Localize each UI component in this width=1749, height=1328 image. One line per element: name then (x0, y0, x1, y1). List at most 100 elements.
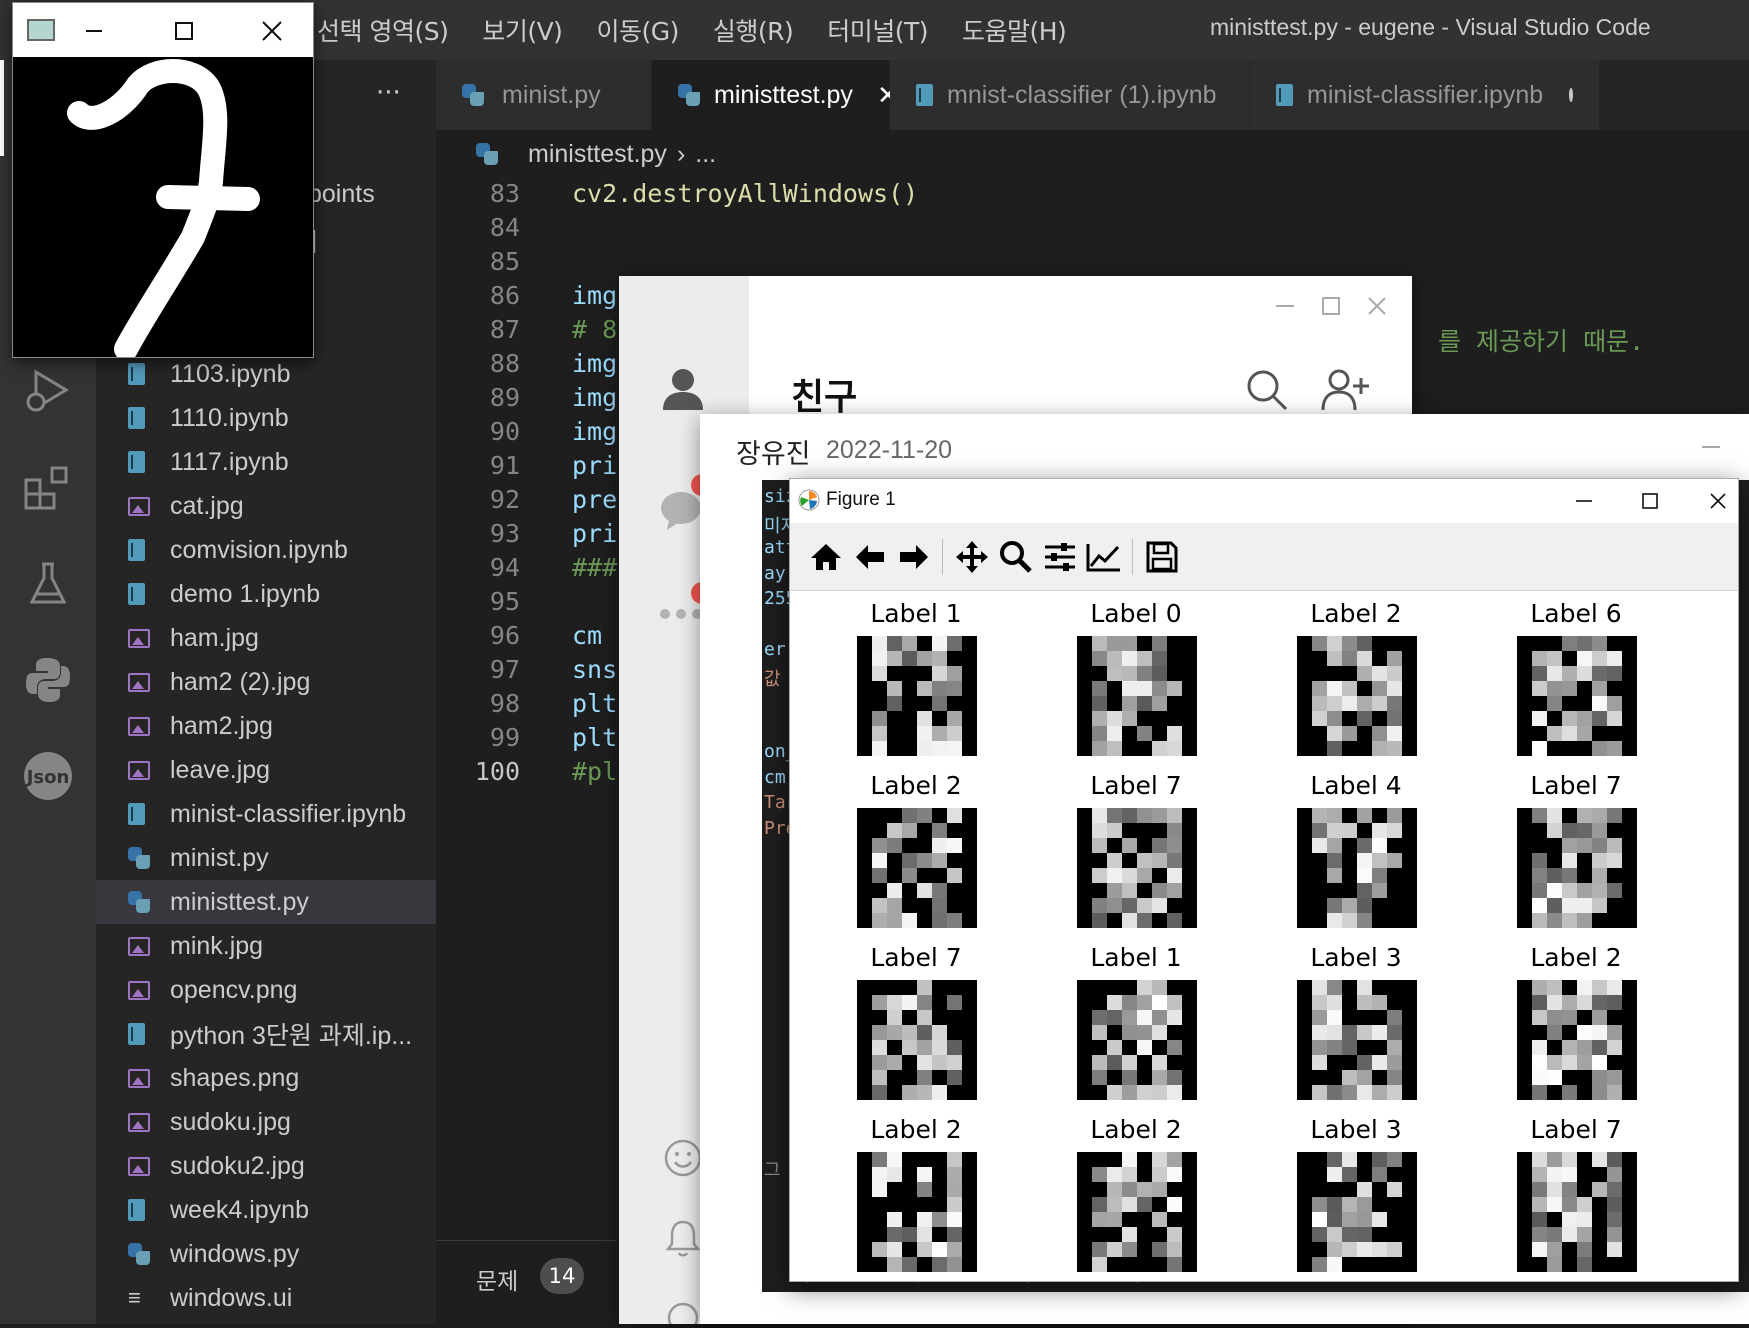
file-item[interactable]: sudoku2.jpg (96, 1144, 436, 1188)
file-item[interactable]: minist-classifier.ipynb (96, 792, 436, 836)
file-item[interactable]: shapes.png (96, 1056, 436, 1100)
emoji-icon[interactable] (663, 1138, 703, 1182)
bell-icon[interactable] (665, 1218, 701, 1262)
digit-pixel (1077, 1070, 1093, 1086)
maximize-button[interactable] (1632, 485, 1668, 517)
digit-pixel-image (1297, 980, 1417, 1100)
subplots-config-icon[interactable] (1038, 535, 1082, 579)
subplot-label: Label 2 (870, 1115, 962, 1144)
digit-pixel (1342, 980, 1358, 996)
file-item[interactable]: ham2 (2).jpg (96, 660, 436, 704)
file-item[interactable]: ≡ windows.ui (96, 1276, 436, 1320)
edit-axes-icon[interactable] (1082, 535, 1126, 579)
menu-selection[interactable]: 선택 영역(S) (300, 12, 465, 48)
file-item[interactable]: python 3단원 과제.ip... (96, 1012, 436, 1056)
digit-pixel (1122, 913, 1138, 928)
menu-run[interactable]: 실행(R) (696, 12, 810, 48)
editor-tab[interactable]: minist.py (436, 60, 652, 130)
json-icon[interactable]: Json (18, 746, 78, 806)
close-button[interactable] (247, 11, 297, 51)
file-item[interactable]: leave.jpg (96, 748, 436, 792)
file-name: windows.ui (170, 1283, 293, 1312)
file-name: mink.jpg (170, 931, 264, 960)
file-item[interactable]: opencv.png (96, 968, 436, 1012)
file-item[interactable]: week4.ipynb (96, 1188, 436, 1232)
maximize-button[interactable] (1313, 290, 1349, 322)
file-item[interactable]: mink.jpg (96, 924, 436, 968)
home-icon[interactable] (804, 535, 848, 579)
menu-view[interactable]: 보기(V) (465, 12, 579, 48)
minimize-button[interactable] (1566, 485, 1602, 517)
digit-pixel (1357, 711, 1373, 727)
digit-pixel (1122, 883, 1138, 899)
file-item[interactable]: windows.py (96, 1232, 436, 1276)
line-number: 89 (489, 382, 520, 412)
file-item[interactable]: cat.jpg (96, 484, 436, 528)
digit-pixel (1182, 1010, 1197, 1026)
digit-pixel (1372, 980, 1388, 996)
back-arrow-icon[interactable] (848, 535, 892, 579)
save-icon[interactable] (1140, 535, 1184, 579)
breadcrumb-symbol[interactable]: ... (695, 140, 716, 169)
editor-tab[interactable]: ministtest.py ✕ (652, 60, 899, 130)
extensions-icon[interactable] (18, 458, 78, 518)
digit-pixel (1517, 1152, 1533, 1168)
minimize-button[interactable] (1267, 290, 1303, 322)
run-debug-icon[interactable] (18, 360, 78, 420)
search-icon[interactable] (1245, 368, 1289, 416)
friends-person-icon[interactable] (659, 364, 707, 416)
digit-pixel (1077, 1085, 1093, 1100)
pan-icon[interactable] (950, 535, 994, 579)
digit-pixel (932, 1212, 948, 1228)
file-item[interactable]: 1103.ipynb (96, 352, 436, 396)
more-actions-icon[interactable]: ··· (376, 78, 401, 108)
digit-pixel (1312, 980, 1328, 996)
digit-pixel (887, 1085, 903, 1100)
digit-pixel (1562, 1040, 1578, 1056)
menu-terminal[interactable]: 터미널(T) (810, 12, 945, 48)
menu-help[interactable]: 도움말(H) (945, 12, 1083, 48)
maximize-button[interactable] (159, 11, 209, 51)
digit-pixel (1577, 898, 1593, 914)
digit-pixel-image (1517, 636, 1637, 756)
file-item[interactable]: ham2.jpg (96, 704, 436, 748)
editor-tab[interactable]: minist-classifier.ipynb (1250, 60, 1600, 130)
digit-pixel (1372, 651, 1388, 667)
add-friend-icon[interactable] (1321, 368, 1371, 416)
digit-pixel (1402, 1242, 1417, 1258)
file-item[interactable]: 1110.ipynb (96, 396, 436, 440)
close-button[interactable] (1700, 485, 1736, 517)
file-item[interactable]: ham.jpg (96, 616, 436, 660)
editor-tab[interactable]: mnist-classifier (1).ipynb (890, 60, 1250, 130)
unsaved-dot-icon[interactable] (1569, 88, 1573, 102)
zoom-icon[interactable] (994, 535, 1038, 579)
digit-pixel (1167, 980, 1183, 996)
digit-pixel (1357, 1070, 1373, 1086)
file-item[interactable]: 1117.ipynb (96, 440, 436, 484)
file-item[interactable]: minist.py (96, 836, 436, 880)
testing-flask-icon[interactable] (18, 554, 78, 614)
file-name: opencv.png (170, 975, 298, 1004)
settings-gear-icon[interactable] (665, 1296, 701, 1328)
file-item[interactable]: comvision.ipynb (96, 528, 436, 572)
file-item[interactable]: demo 1.ipynb (96, 572, 436, 616)
menu-go[interactable]: 이동(G) (579, 12, 695, 48)
close-button[interactable] (1359, 290, 1395, 322)
digit-pixel (1532, 868, 1548, 884)
digit-pixel (887, 636, 903, 652)
digit-pixel (1312, 838, 1328, 854)
digit-pixel (1547, 711, 1563, 727)
forward-arrow-icon[interactable] (892, 535, 936, 579)
digit-pixel (1372, 1025, 1388, 1041)
problems-tab[interactable]: 문제 (476, 1262, 518, 1296)
breadcrumb-file[interactable]: ministtest.py (528, 140, 667, 169)
minimize-button[interactable] (1694, 432, 1728, 462)
digit-pixel (857, 898, 873, 914)
python-icon[interactable] (18, 650, 78, 710)
file-item[interactable]: ministtest.py (96, 880, 436, 924)
digit-pixel (1532, 1010, 1548, 1026)
minimize-button[interactable] (69, 11, 119, 51)
file-item[interactable]: sudoku.jpg (96, 1100, 436, 1144)
digit-pixel (1137, 1182, 1153, 1198)
explorer-partial-item[interactable]: points (308, 180, 375, 209)
